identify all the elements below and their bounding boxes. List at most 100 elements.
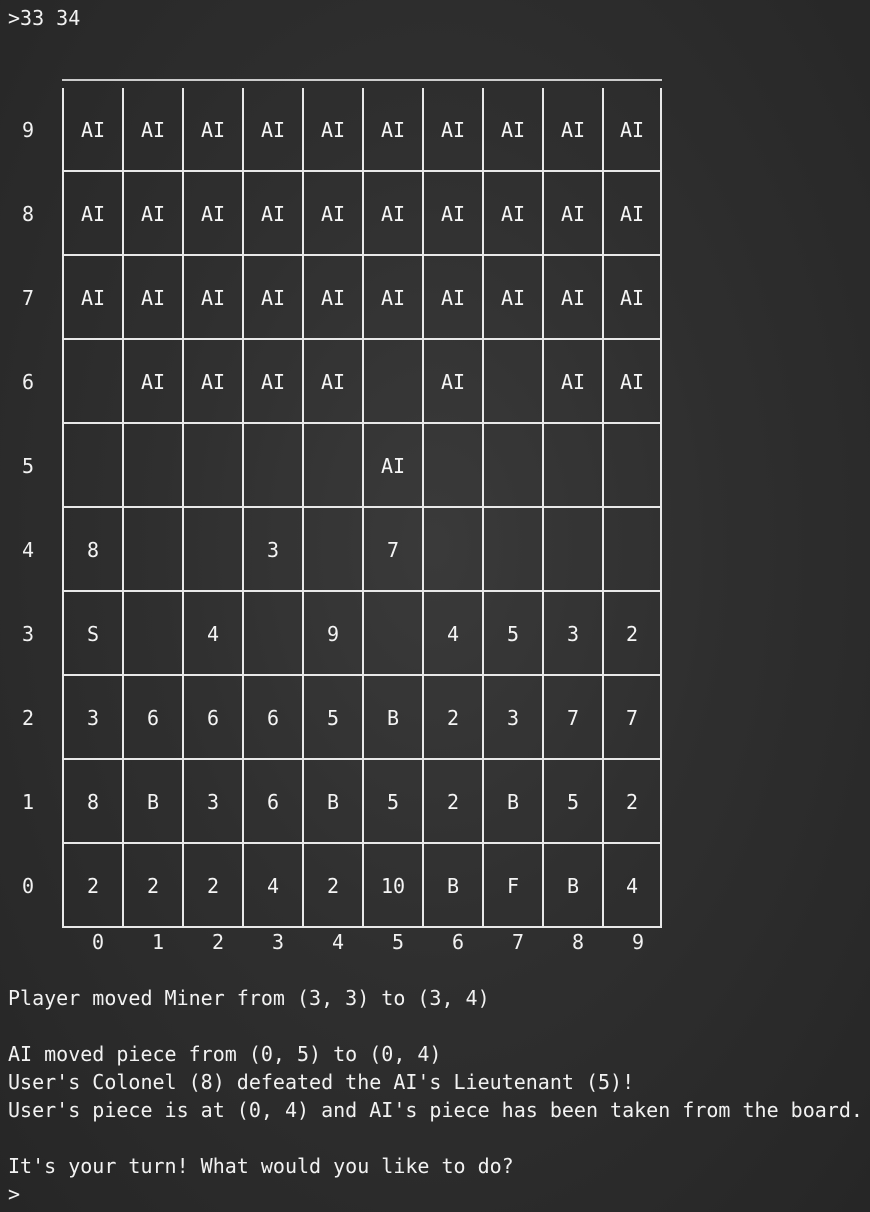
board-cell: AI	[242, 172, 302, 256]
board-piece: AI	[80, 202, 106, 226]
column-label: 0	[91, 930, 105, 954]
board-cell: 2	[62, 844, 122, 928]
board-cell: AI	[302, 340, 362, 424]
board-cell: 2	[602, 592, 662, 676]
board-piece: AI	[200, 370, 226, 394]
board-row: 8 B 3 6 B 5 2 B 5 2	[62, 760, 662, 844]
board-piece: 9	[326, 622, 340, 646]
board-cell: AI	[62, 172, 122, 256]
board-row: 8 3 7	[62, 508, 662, 592]
board-piece: AI	[500, 202, 526, 226]
board-cell: S	[62, 592, 122, 676]
board-piece: AI	[619, 286, 645, 310]
board-cell: AI	[182, 88, 242, 172]
board-cell: B	[422, 844, 482, 928]
board-row: 2 2 2 4 2 10 B F B 4	[62, 844, 662, 928]
board-cell: AI	[362, 424, 422, 508]
board-cell: AI	[182, 172, 242, 256]
game-board: AI AI AI AI AI AI AI AI AI AI AI AI AI AI AI AI AI AI AI AI…	[62, 88, 662, 928]
board-piece: 4	[625, 874, 639, 898]
board-piece: 6	[146, 706, 160, 730]
board-cell: AI	[422, 172, 482, 256]
board-piece: AI	[619, 118, 645, 142]
board-piece: AI	[200, 286, 226, 310]
board-cell	[542, 424, 602, 508]
turn-prompt-message: It's your turn! What would you like to d…	[8, 1154, 514, 1178]
board-cell	[302, 508, 362, 592]
board-cell: AI	[242, 256, 302, 340]
board-cell: 5	[362, 760, 422, 844]
column-label: 4	[331, 930, 345, 954]
board-cell: 2	[602, 760, 662, 844]
board-cell: 2	[182, 844, 242, 928]
board-cell	[302, 424, 362, 508]
board-piece: AI	[500, 286, 526, 310]
board-piece: AI	[140, 202, 166, 226]
board-piece: B	[566, 874, 580, 898]
board-cell: 4	[242, 844, 302, 928]
column-label: 1	[151, 930, 165, 954]
board-piece: 2	[446, 790, 460, 814]
board-piece: 5	[506, 622, 520, 646]
board-cell	[422, 424, 482, 508]
board-cell	[542, 508, 602, 592]
board-cell	[182, 424, 242, 508]
command-input[interactable]	[20, 1180, 525, 1208]
board-piece: AI	[320, 370, 346, 394]
board-piece: 6	[266, 790, 280, 814]
board-cell: AI	[542, 88, 602, 172]
board-cell	[602, 508, 662, 592]
board-piece: AI	[560, 118, 586, 142]
row-label: 5	[21, 454, 35, 478]
board-piece: 5	[566, 790, 580, 814]
board-cell	[242, 592, 302, 676]
board-cell: 2	[422, 676, 482, 760]
board-cell: AI	[602, 88, 662, 172]
row-label: 4	[21, 538, 35, 562]
board-cell: AI	[422, 340, 482, 424]
board-piece: AI	[80, 118, 106, 142]
board-piece: AI	[140, 286, 166, 310]
board-cell	[482, 424, 542, 508]
board-top-border	[62, 79, 662, 81]
board-piece: 6	[206, 706, 220, 730]
board-cell: AI	[602, 172, 662, 256]
board-piece: S	[86, 622, 100, 646]
board-cell	[122, 592, 182, 676]
board-piece: 10	[380, 874, 406, 898]
board-piece: F	[506, 874, 520, 898]
board-cell: B	[122, 760, 182, 844]
board-cell: 2	[302, 844, 362, 928]
board-piece: AI	[140, 118, 166, 142]
board-piece: B	[146, 790, 160, 814]
board-piece: B	[446, 874, 460, 898]
board-cell: 7	[542, 676, 602, 760]
board-piece: 4	[446, 622, 460, 646]
board-cell: AI	[122, 256, 182, 340]
board-cell: 8	[62, 508, 122, 592]
board-cell: AI	[62, 256, 122, 340]
board-cell: AI	[542, 340, 602, 424]
previous-command: >33 34	[8, 6, 81, 30]
prompt-symbol: >	[8, 1182, 21, 1206]
player-move-message: Player moved Miner from (3, 3) to (3, 4)	[8, 986, 490, 1010]
board-cell: AI	[122, 340, 182, 424]
command-prompt[interactable]: >	[8, 1180, 525, 1208]
board-cell: AI	[602, 340, 662, 424]
board-cell	[362, 340, 422, 424]
board-cell: B	[482, 760, 542, 844]
board-cell	[62, 340, 122, 424]
board-cell: AI	[482, 256, 542, 340]
board-piece: AI	[619, 202, 645, 226]
row-label: 9	[21, 118, 35, 142]
board-cell: AI	[482, 88, 542, 172]
board-piece: AI	[440, 202, 466, 226]
board-cell	[482, 340, 542, 424]
row-label: 0	[21, 874, 35, 898]
board-cell	[122, 424, 182, 508]
board-cell: AI	[122, 172, 182, 256]
board-cell: AI	[362, 172, 422, 256]
row-label: 6	[21, 370, 35, 394]
board-piece: AI	[260, 202, 286, 226]
board-row: AI AI AI AI AI AI AI AI AI AI	[62, 88, 662, 172]
